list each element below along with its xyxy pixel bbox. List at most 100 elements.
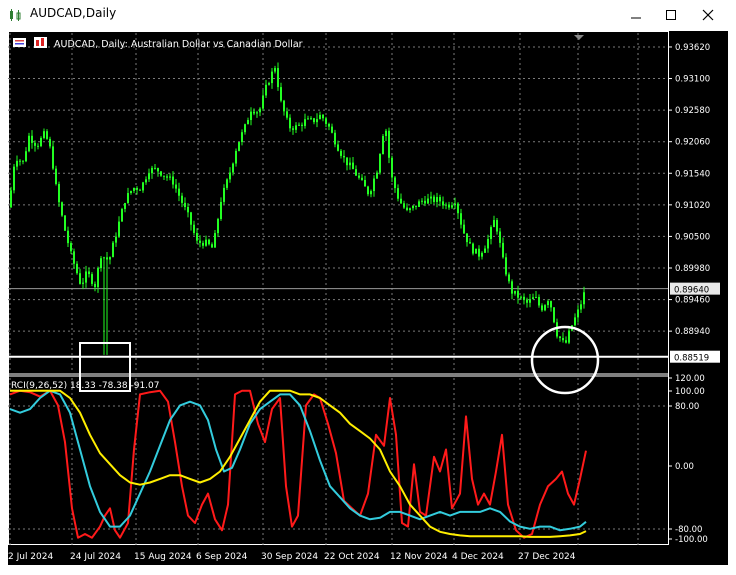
candle-body [91, 274, 93, 284]
candle-body [223, 187, 225, 202]
price-tick-label: 0.89980 [675, 264, 710, 274]
candle-body [502, 242, 504, 258]
candle-body [403, 203, 405, 208]
candle-body [64, 215, 66, 231]
date-label: 12 Nov 2024 [390, 552, 448, 562]
candle-body [190, 212, 192, 225]
minimize-button[interactable] [621, 4, 651, 26]
candle-body [61, 202, 63, 216]
candle-body [256, 112, 258, 114]
candle-body [463, 224, 465, 234]
candle-body [424, 200, 426, 204]
candle-body [274, 68, 276, 72]
highlight-circle [530, 325, 600, 395]
candle-body [397, 188, 399, 199]
candle-body [16, 160, 18, 167]
candle-body [427, 198, 429, 204]
candle-body [445, 204, 447, 206]
candle-body [10, 190, 12, 208]
rci-tick-label: -100.00 [675, 535, 708, 545]
price-tick-label: 0.88940 [675, 327, 710, 337]
candle-body [94, 283, 96, 288]
candle-body [22, 160, 24, 162]
candle-body [550, 301, 552, 308]
candle-body [157, 168, 159, 172]
candle-body [304, 119, 306, 126]
candle-body [412, 205, 414, 209]
price-tick-label: 0.92580 [675, 106, 710, 116]
candle-body [292, 128, 294, 130]
candle-body [310, 118, 312, 120]
candle-body [181, 195, 183, 203]
candle-body [34, 142, 36, 146]
candle-body [565, 340, 567, 343]
candle-body [418, 201, 420, 207]
candle-body [529, 299, 531, 303]
close-icon [702, 9, 714, 21]
candle-body [67, 230, 69, 244]
axis-labels-group: 2 Jul 2024 24 Jul 2024 15 Aug 2024 6 Sep 20… [8, 43, 720, 562]
rci-short-line [9, 389, 587, 539]
candle-body [454, 203, 456, 206]
price-tick-label: 0.93620 [675, 43, 710, 53]
chart-window[interactable]: 2 Jul 2024 24 Jul 2024 15 Aug 2024 6 Sep 20… [8, 31, 728, 565]
candles-group [10, 62, 585, 355]
candle-body [481, 252, 483, 257]
date-label: 22 Oct 2024 [324, 552, 380, 562]
candle-body [406, 207, 408, 211]
chart-header-icon [13, 38, 26, 47]
candle-body [196, 232, 198, 241]
chart-canvas[interactable]: 2 Jul 2024 24 Jul 2024 15 Aug 2024 6 Sep 20… [8, 31, 728, 565]
price-tick-label: 0.93100 [675, 75, 710, 85]
candle-body [577, 309, 579, 318]
candle-body [313, 118, 315, 123]
candle-body [166, 176, 168, 178]
candle-body [544, 305, 546, 311]
candle-body [523, 296, 525, 300]
candle-body [466, 233, 468, 243]
candle-body [142, 182, 144, 191]
candle-body [73, 251, 75, 264]
candle-body [478, 248, 480, 257]
title-bar[interactable]: AUDCAD,Daily [0, 0, 736, 30]
close-button[interactable] [693, 4, 723, 26]
date-label: 30 Sep 2024 [261, 552, 318, 562]
marked-level-label: 0.88519 [674, 354, 709, 364]
candle-body [298, 124, 300, 126]
candle-body [559, 336, 561, 339]
candle-body [118, 221, 120, 237]
candle-body [526, 299, 528, 303]
rci-tick-label: 120.00 [675, 374, 705, 384]
candle-body [490, 227, 492, 239]
candle-body [493, 220, 495, 228]
candle-body [340, 150, 342, 156]
candle-body [379, 154, 381, 173]
candle-body [205, 239, 207, 246]
price-tick-label: 0.92060 [675, 138, 710, 148]
candle-body [184, 202, 186, 207]
candle-body [145, 179, 147, 183]
candle-body [109, 257, 111, 260]
candle-body [220, 201, 222, 220]
chart-title: AUDCAD, Daily: Australian Dollar vs Cana… [54, 39, 303, 50]
candle-body [202, 242, 204, 246]
date-label: 6 Sep 2024 [196, 552, 248, 562]
date-label: 27 Dec 2024 [518, 552, 576, 562]
candle-body [385, 130, 387, 137]
candle-body [139, 189, 141, 191]
maximize-button[interactable] [656, 4, 686, 26]
candle-body [325, 118, 327, 124]
candle-body [97, 268, 99, 288]
candle-body [475, 248, 477, 254]
candle-body [532, 297, 534, 300]
candle-body [457, 203, 459, 214]
candle-body [280, 87, 282, 101]
chart-icon [10, 9, 21, 21]
candle-body [358, 175, 360, 178]
minimize-icon [631, 17, 641, 19]
indicator-title: RCI(9,26,52) 18.33 -78.38 -91.07 [11, 381, 160, 391]
chart-header-icon-stripe [15, 43, 24, 45]
candle-body [484, 248, 486, 253]
candle-body [46, 131, 48, 139]
candle-body [289, 117, 291, 129]
